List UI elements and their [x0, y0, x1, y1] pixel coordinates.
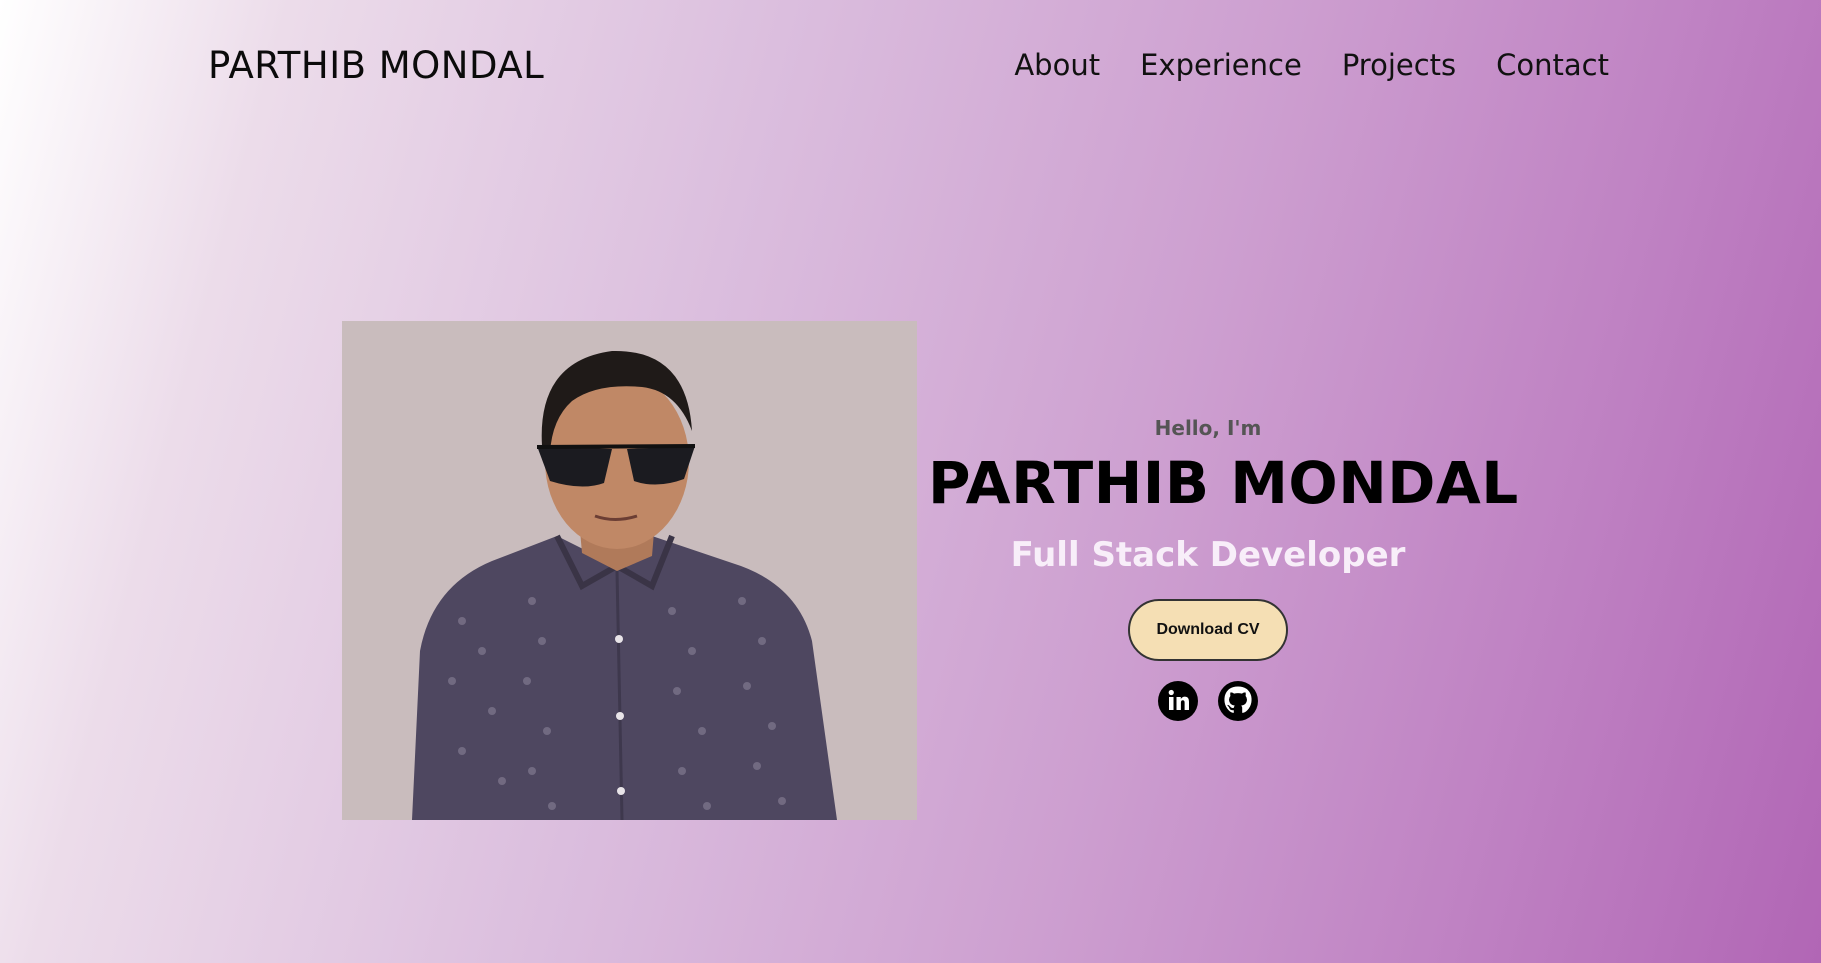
nav-link-contact[interactable]: Contact [1496, 48, 1609, 82]
github-icon[interactable] [1218, 681, 1258, 721]
nav-link-about[interactable]: About [1014, 48, 1100, 82]
social-links [928, 681, 1488, 721]
main-nav: About Experience Projects Contact [1014, 48, 1609, 82]
download-cv-button[interactable]: Download CV [1128, 599, 1288, 661]
hero-name: PARTHIB MONDAL [928, 449, 1519, 517]
profile-photo [342, 321, 917, 820]
nav-link-experience[interactable]: Experience [1140, 48, 1302, 82]
hero-section: Hello, I'm PARTHIB MONDAL Full Stack Dev… [928, 412, 1519, 721]
greeting-text: Hello, I'm [1154, 416, 1262, 440]
linkedin-icon[interactable] [1158, 681, 1198, 721]
nav-link-projects[interactable]: Projects [1342, 48, 1456, 82]
site-logo-text[interactable]: PARTHIB MONDAL [208, 44, 544, 87]
hero-role: Full Stack Developer [1010, 535, 1406, 575]
